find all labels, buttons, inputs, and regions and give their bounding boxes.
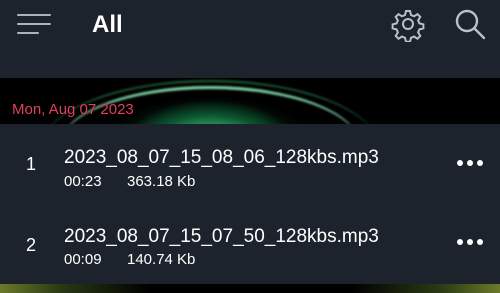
app-toolbar: All <box>0 0 500 78</box>
recording-duration: 00:09 <box>64 251 102 268</box>
recording-filename: 2023_08_07_15_07_50_128kbs.mp3 <box>64 226 379 247</box>
recording-duration: 00:23 <box>64 173 102 190</box>
more-options-icon[interactable] <box>455 236 485 248</box>
recordings-list: 1 2023_08_07_15_08_06_128kbs.mp3 00:23 3… <box>0 124 500 284</box>
bottom-banner-strip <box>0 284 500 293</box>
page-title: All <box>92 11 123 38</box>
gear-icon[interactable] <box>390 6 426 43</box>
recording-size: 140.74 Kb <box>127 251 196 268</box>
list-item[interactable]: 2 2023_08_07_15_07_50_128kbs.mp3 00:09 1… <box>0 204 500 284</box>
recording-size: 363.18 Kb <box>127 173 196 190</box>
recording-filename: 2023_08_07_15_08_06_128kbs.mp3 <box>64 147 379 168</box>
date-group-label: Mon, Aug 07 2023 <box>12 101 134 118</box>
list-item[interactable]: 1 2023_08_07_15_08_06_128kbs.mp3 00:23 3… <box>0 124 500 204</box>
row-index: 2 <box>26 235 37 255</box>
more-options-icon[interactable] <box>455 157 485 169</box>
row-index: 1 <box>26 154 37 174</box>
hamburger-menu-icon[interactable] <box>17 12 53 36</box>
search-icon[interactable] <box>452 6 488 42</box>
